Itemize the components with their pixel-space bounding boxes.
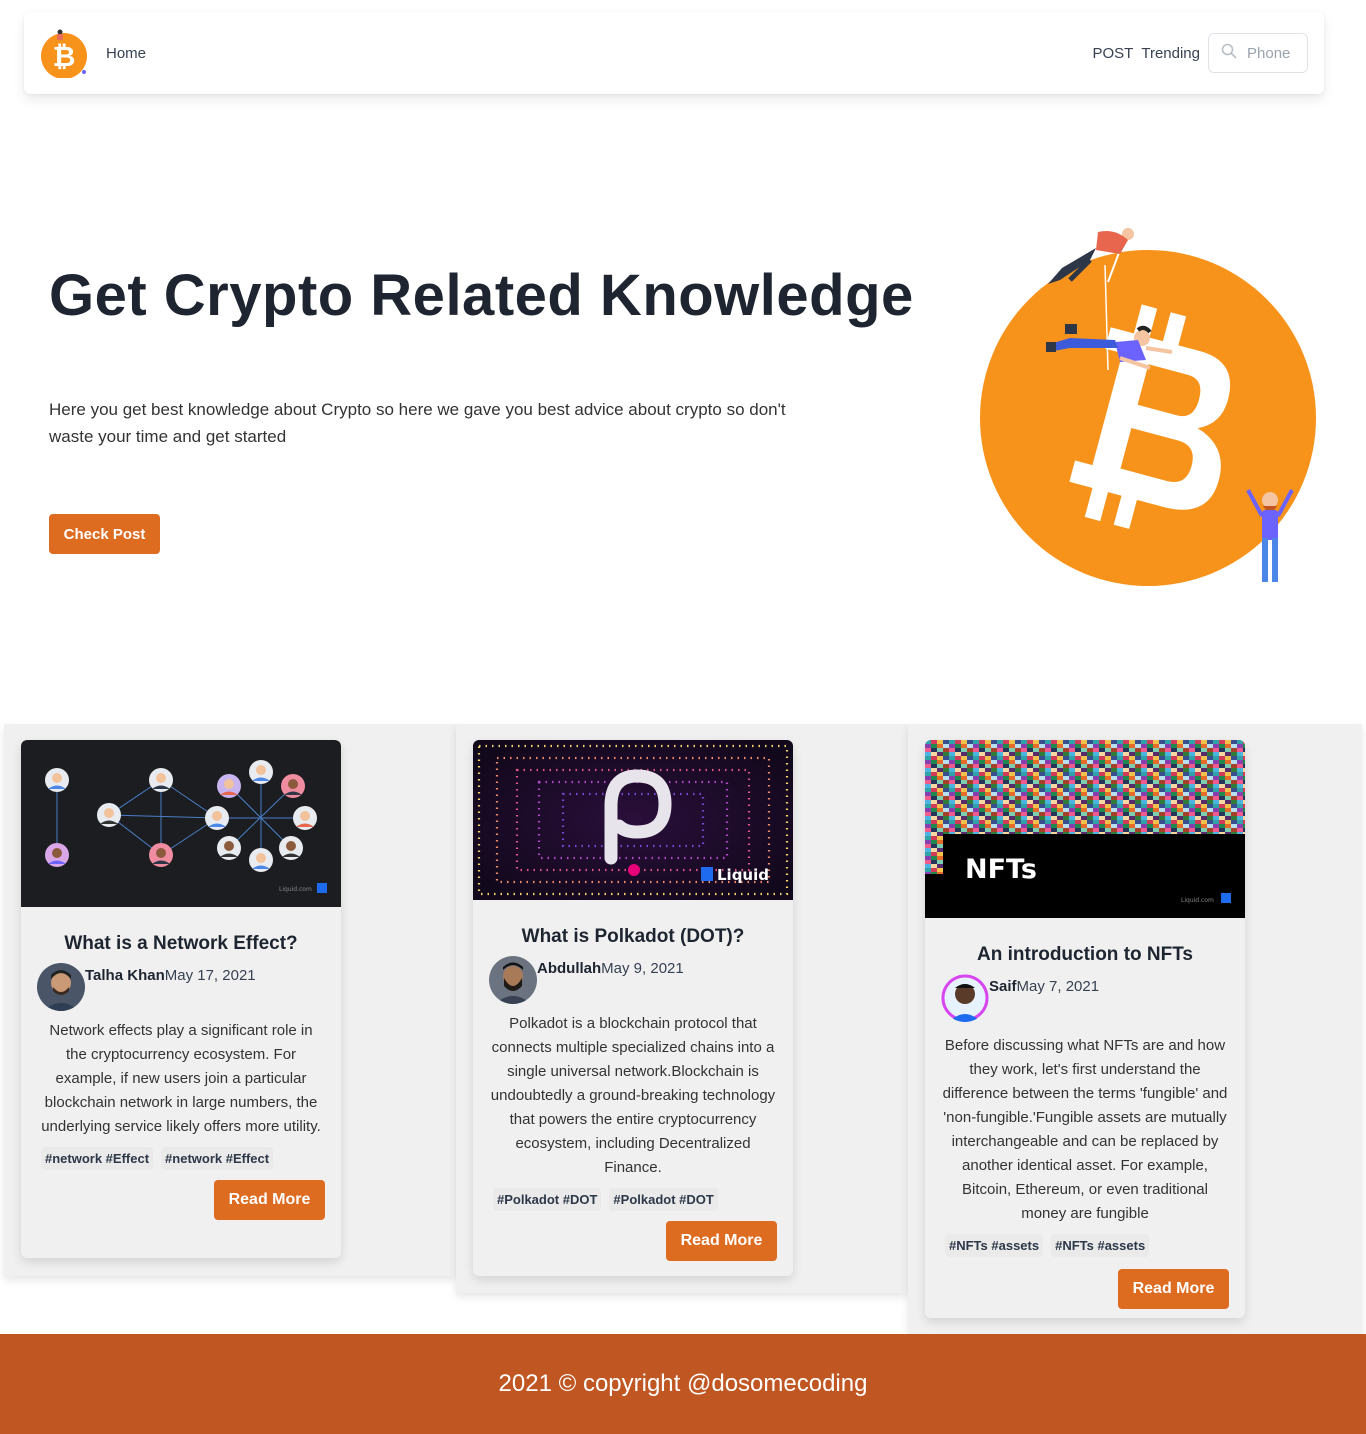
nfts-image: NFTs Liquid.com: [925, 740, 1245, 918]
read-more-button[interactable]: Read More: [666, 1221, 777, 1261]
post-date: May 9, 2021: [601, 960, 684, 977]
svg-text:₿: ₿: [53, 40, 76, 73]
post-date: May 7, 2021: [1016, 978, 1100, 995]
post-author: Talha Khan May 17, 2021: [21, 963, 341, 1011]
image-watermark: Liquid.com: [279, 886, 312, 893]
post-author: Saif May 7, 2021: [925, 974, 1245, 1022]
tag[interactable]: #NFTs #assets: [945, 1234, 1044, 1257]
image-heading: NFTs: [965, 854, 1037, 885]
nav-right-group: POST Trending: [1093, 33, 1308, 73]
nav-home-link[interactable]: Home: [106, 45, 146, 62]
footer: 2021 © copyright @dosomecoding: [0, 1334, 1366, 1434]
hero-description: Here you get best knowledge about Crypto…: [49, 400, 786, 446]
post-date: May 17, 2021: [164, 967, 256, 984]
post-tags: #NFTs #assets #NFTs #assets: [925, 1234, 1245, 1257]
tag[interactable]: #Polkadot #DOT: [493, 1188, 602, 1211]
bitcoin-climbers-illustration: [970, 220, 1330, 600]
post-card: Liquid.com What is a Network Effect? Tal…: [21, 740, 341, 1258]
avatar: [489, 956, 537, 1004]
author-name[interactable]: Abdullah: [537, 960, 601, 977]
author-name[interactable]: Saif: [989, 978, 1017, 995]
post-excerpt: Polkadot is a blockchain protocol that c…: [490, 1015, 776, 1176]
nav-trending-link[interactable]: Trending: [1141, 45, 1200, 62]
post-title[interactable]: What is Polkadot (DOT)?: [473, 926, 793, 948]
search-box[interactable]: [1208, 33, 1308, 73]
image-watermark: Liquid.com: [1181, 897, 1214, 904]
post-title[interactable]: An introduction to NFTs: [925, 944, 1245, 966]
bitcoin-logo-icon[interactable]: ₿: [40, 28, 90, 79]
post-card: Liquid What is Polkadot (DOT)? Abdullah …: [473, 740, 793, 1276]
image-watermark: Liquid: [717, 866, 769, 884]
navbar: ₿ Home POST Trending: [24, 12, 1324, 94]
hero-title: Get Crypto Related Knowledge: [49, 263, 914, 328]
tag[interactable]: #NFTs #assets: [1051, 1234, 1150, 1257]
post-card: NFTs Liquid.com An introduction to NFTs …: [925, 740, 1245, 1318]
post-author: Abdullah May 9, 2021: [473, 956, 793, 1004]
tag[interactable]: #network #Effect: [41, 1147, 154, 1170]
tag[interactable]: #network #Effect: [161, 1147, 274, 1170]
read-more-button[interactable]: Read More: [214, 1180, 325, 1220]
tag[interactable]: #Polkadot #DOT: [609, 1188, 718, 1211]
polkadot-image: Liquid: [473, 740, 793, 900]
avatar: [941, 974, 989, 1022]
post-tags: #Polkadot #DOT #Polkadot #DOT: [473, 1188, 793, 1211]
search-input[interactable]: [1247, 44, 1307, 62]
post-excerpt: Before discussing what NFTs are and how …: [942, 1037, 1228, 1222]
search-icon: [1221, 43, 1237, 64]
nav-post-link[interactable]: POST: [1093, 45, 1134, 62]
network-effect-image: Liquid.com: [21, 740, 341, 907]
read-more-button[interactable]: Read More: [1118, 1269, 1229, 1309]
post-title[interactable]: What is a Network Effect?: [21, 933, 341, 955]
avatar: [37, 963, 85, 1011]
copyright-text: 2021 © copyright @dosomecoding: [498, 1370, 868, 1397]
check-post-button[interactable]: Check Post: [49, 514, 160, 554]
post-tags: #network #Effect #network #Effect: [21, 1147, 341, 1170]
post-excerpt: Network effects play a significant role …: [41, 1022, 321, 1135]
author-name[interactable]: Talha Khan: [85, 967, 165, 984]
